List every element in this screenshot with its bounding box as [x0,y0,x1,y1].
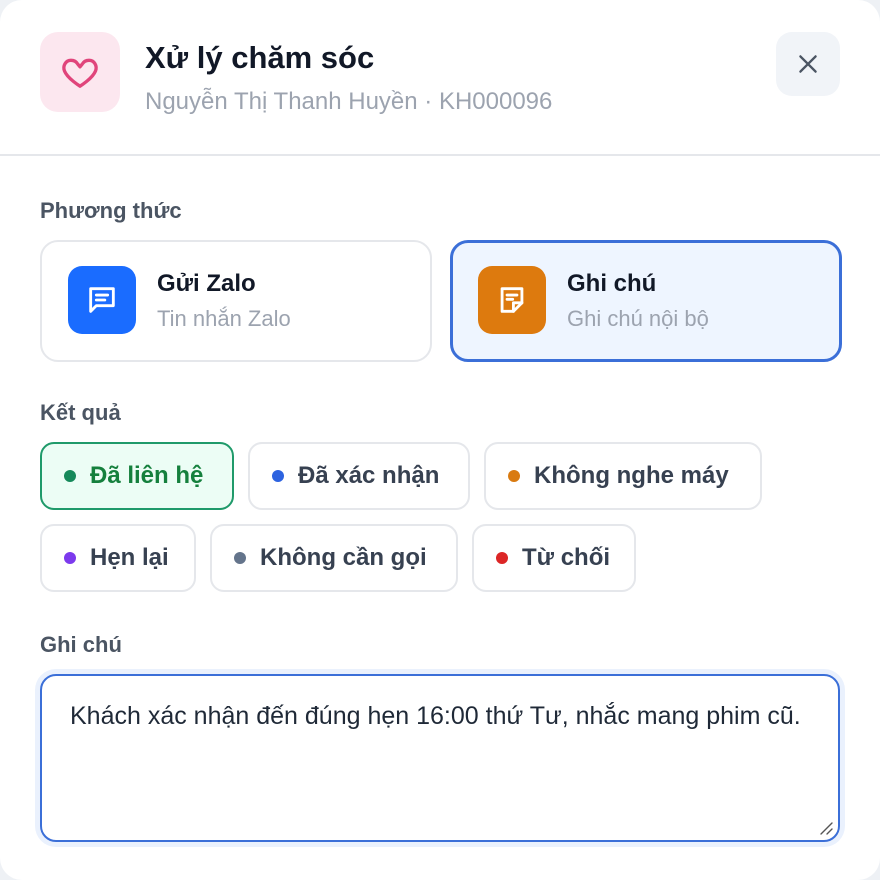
close-button[interactable] [776,32,840,96]
status-dot [496,552,508,564]
resize-grip-icon[interactable] [818,820,834,836]
close-icon [799,55,817,73]
customer-subtitle: Nguyễn Thị Thanh Huyền · KH000096 [145,88,553,115]
result-chip-reschedule[interactable]: Hẹn lại [40,524,196,592]
note-textarea[interactable]: Khách xác nhận đến đúng hẹn 16:00 thứ Tư… [40,674,840,842]
method-option-note[interactable]: Ghi chú Ghi chú nội bộ [450,240,842,362]
method-label: Phương thức [40,198,182,223]
method-option-zalo[interactable]: Gửi Zalo Tin nhắn Zalo [40,240,432,362]
status-dot [272,470,284,482]
modal-title: Xử lý chăm sóc [145,40,375,75]
chat-icon [68,266,136,334]
status-dot [64,470,76,482]
result-chip-no-call-needed[interactable]: Không cần gọi [210,524,458,592]
heart-icon [40,32,120,112]
method-option-title: Ghi chú [567,270,657,297]
note-label: Ghi chú [40,632,122,657]
result-chip-label: Hẹn lại [90,544,169,571]
note-icon [478,266,546,334]
result-chip-contacted[interactable]: Đã liên hệ [40,442,234,510]
result-chip-label: Từ chối [522,544,611,571]
result-chip-label: Đã xác nhận [298,462,440,489]
status-dot [234,552,246,564]
result-label: Kết quả [40,400,121,425]
status-dot [64,552,76,564]
result-chip-label: Không nghe máy [534,462,729,489]
result-chip-declined[interactable]: Từ chối [472,524,636,592]
method-option-title: Gửi Zalo [157,270,256,297]
care-modal: Xử lý chăm sóc Nguyễn Thị Thanh Huyền · … [0,0,880,880]
result-chip-label: Không cần gọi [260,544,427,571]
method-option-desc: Ghi chú nội bộ [567,306,709,331]
result-chip-confirmed[interactable]: Đã xác nhận [248,442,470,510]
method-option-desc: Tin nhắn Zalo [157,306,291,331]
result-chip-no-answer[interactable]: Không nghe máy [484,442,762,510]
status-dot [508,470,520,482]
result-chip-label: Đã liên hệ [90,462,204,489]
modal-header: Xử lý chăm sóc Nguyễn Thị Thanh Huyền · … [0,0,880,156]
